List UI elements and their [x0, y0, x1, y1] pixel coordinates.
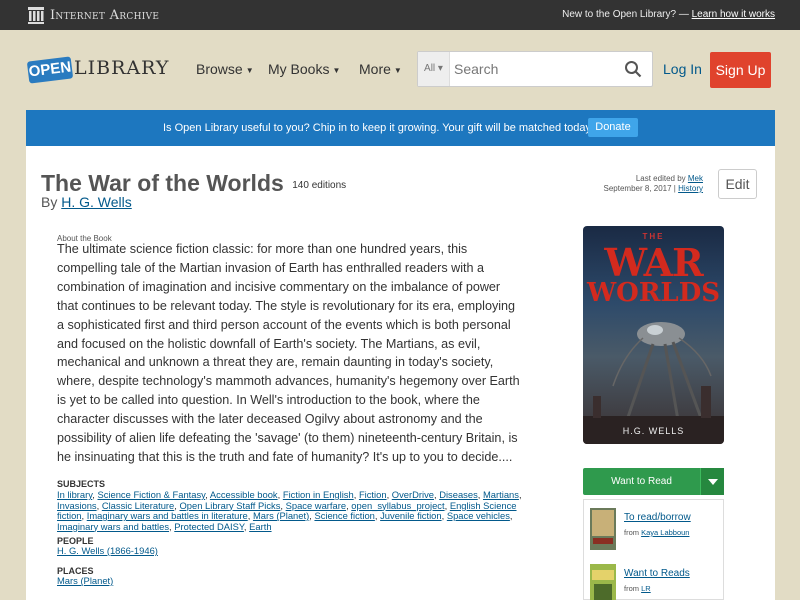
nav-browse-label: Browse: [196, 61, 243, 77]
place-link[interactable]: Mars (Planet): [57, 575, 113, 586]
donate-text: Is Open Library useful to you? Chip in t…: [163, 122, 595, 134]
list-from-label: from: [624, 528, 639, 537]
subject-link[interactable]: Imaginary wars and battles in literature: [87, 510, 248, 521]
logo-open-badge: OPEN: [26, 56, 74, 84]
caret-down-icon: ▼: [332, 65, 341, 75]
internet-archive-text: Internet Archive: [50, 7, 160, 23]
list-from: from LR: [624, 584, 651, 593]
subject-link[interactable]: Accessible book: [210, 489, 278, 500]
byline: By H. G. Wells: [41, 194, 132, 210]
open-library-logo[interactable]: OPEN LIBRARY: [26, 50, 170, 90]
nav-my-books-label: My Books: [268, 61, 330, 77]
donate-button[interactable]: Donate: [588, 118, 638, 137]
title-row: The War of the Worlds 140 editions: [41, 170, 346, 197]
top-bar: Internet Archive New to the Open Library…: [0, 0, 800, 30]
list-cover-thumbnail[interactable]: [590, 564, 616, 600]
caret-down-icon: ▼: [245, 65, 254, 75]
cover-author: H.G. WELLS: [622, 426, 685, 436]
list-title-link[interactable]: To read/borrow: [624, 512, 691, 523]
search-bar: All ▾: [417, 51, 653, 87]
subjects-list: In library, Science Fiction & Fantasy, A…: [57, 489, 527, 532]
last-edited-date: September 8, 2017 |: [603, 184, 676, 193]
promo-text: New to the Open Library? —: [562, 9, 689, 20]
editions-count: 140 editions: [292, 180, 347, 191]
book-cover[interactable]: THE WAR WORLDS H.G. WELLS: [583, 226, 724, 444]
topbar-promo: New to the Open Library? — Learn how it …: [562, 9, 775, 20]
nav-browse[interactable]: Browse ▼: [196, 61, 254, 77]
book-description: The ultimate science fiction classic: fo…: [57, 242, 520, 464]
book-title: The War of the Worlds: [41, 170, 284, 196]
nav-more-label: More: [359, 61, 391, 77]
book-panel: The War of the Worlds 140 editions By H.…: [26, 146, 775, 600]
nav-my-books[interactable]: My Books ▼: [268, 61, 340, 77]
list-owner-link[interactable]: LR: [641, 584, 651, 593]
subject-link[interactable]: Space warfare: [286, 500, 346, 511]
subject-link[interactable]: Classic Literature: [102, 500, 174, 511]
subject-link[interactable]: Science fiction: [314, 510, 374, 521]
donate-banner: Is Open Library useful to you? Chip in t…: [26, 110, 775, 146]
subject-link[interactable]: Earth: [249, 521, 271, 532]
last-edited-info: Last edited by Mek September 8, 2017 | H…: [604, 174, 703, 194]
by-label: By: [41, 194, 58, 210]
subject-link[interactable]: Fiction: [359, 489, 387, 500]
archive-building-icon: [28, 6, 44, 24]
list-cover-thumbnail[interactable]: [590, 508, 616, 550]
caret-down-icon: ▼: [393, 65, 402, 75]
history-link[interactable]: History: [678, 184, 703, 193]
subject-separator: ,: [518, 489, 522, 500]
learn-how-link[interactable]: Learn how it works: [692, 9, 775, 20]
signup-button[interactable]: Sign Up: [710, 52, 771, 88]
nav-more[interactable]: More ▼: [359, 61, 402, 77]
person-link[interactable]: H. G. Wells (1866-1946): [57, 545, 158, 556]
subject-separator: ,: [509, 510, 513, 521]
want-to-read-label: Want to Read: [611, 476, 672, 487]
subjects-label: SUBJECTS: [57, 479, 106, 489]
places-list: Mars (Planet): [57, 575, 113, 586]
people-list: H. G. Wells (1866-1946): [57, 545, 158, 556]
subject-link[interactable]: Fiction in English: [283, 489, 354, 500]
subject-link[interactable]: In library: [57, 489, 92, 500]
last-edited-label: Last edited by: [635, 174, 686, 183]
tripod-machine-illustration: [583, 322, 724, 444]
subject-link[interactable]: Invasions: [57, 500, 97, 511]
subject-link[interactable]: Protected DAISY: [174, 521, 244, 532]
subject-link[interactable]: Space vehicles: [447, 510, 510, 521]
internet-archive-logo[interactable]: Internet Archive: [28, 6, 159, 24]
subject-link[interactable]: Diseases: [439, 489, 478, 500]
list-from: from Kaya Labboun: [624, 528, 689, 537]
search-input[interactable]: [454, 52, 614, 86]
lists-box: To read/borrow from Kaya Labboun Want to…: [583, 499, 724, 600]
login-link[interactable]: Log In: [663, 61, 702, 77]
subject-link[interactable]: Martians: [483, 489, 519, 500]
subject-link[interactable]: Open Library Staff Picks: [179, 500, 280, 511]
search-scope-label: All: [424, 63, 436, 74]
search-icon[interactable]: [624, 60, 642, 78]
subject-link[interactable]: Mars (Planet): [253, 510, 309, 521]
want-to-read-dropdown[interactable]: [700, 468, 724, 495]
author-link[interactable]: H. G. Wells: [61, 194, 132, 210]
site-header: OPEN LIBRARY Browse ▼ My Books ▼ More ▼ All…: [0, 30, 800, 110]
search-scope-dropdown[interactable]: All ▾: [418, 52, 450, 86]
subject-link[interactable]: Juvenile fiction: [380, 510, 442, 521]
want-to-read-button[interactable]: Want to Read: [583, 468, 724, 495]
list-owner-link[interactable]: Kaya Labboun: [641, 528, 689, 537]
logo-library-text: LIBRARY: [74, 57, 170, 79]
list-title-link[interactable]: Want to Reads: [624, 568, 690, 579]
edit-button[interactable]: Edit: [718, 169, 757, 199]
last-edited-user-link[interactable]: Mek: [688, 174, 703, 183]
subject-link[interactable]: open_syllabus_project: [351, 500, 444, 511]
subject-link[interactable]: OverDrive: [392, 489, 434, 500]
subject-link[interactable]: Science Fiction & Fantasy: [97, 489, 205, 500]
list-from-label: from: [624, 584, 639, 593]
subject-link[interactable]: Imaginary wars and battles: [57, 521, 169, 532]
